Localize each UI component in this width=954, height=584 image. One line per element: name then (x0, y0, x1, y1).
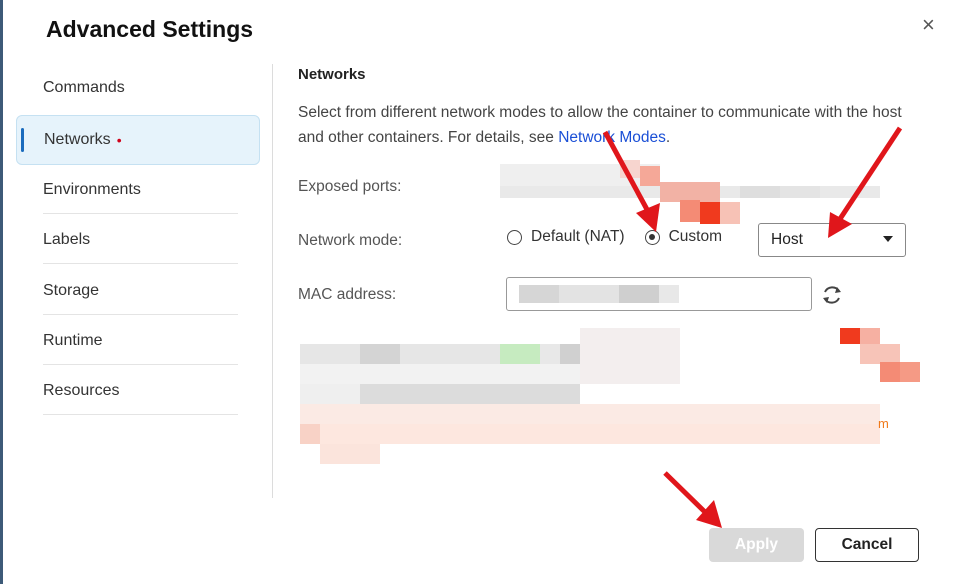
annotation-arrows (602, 126, 903, 528)
arrow-icon (602, 126, 903, 528)
